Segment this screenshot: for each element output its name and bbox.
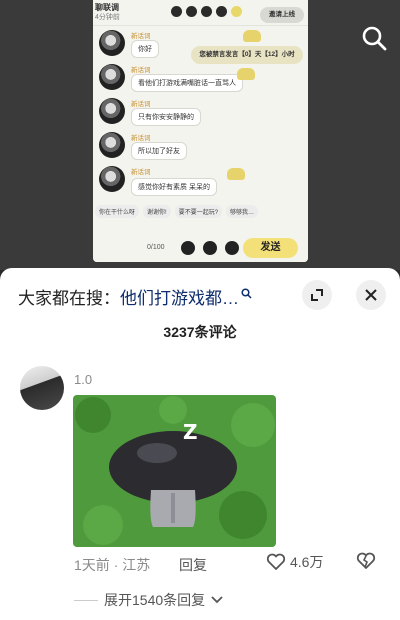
message-bubble: 看他们打游戏满嘴脏话一直骂人 — [131, 74, 243, 92]
close-button[interactable] — [356, 280, 386, 310]
divider — [74, 599, 98, 601]
separator-dot: · — [113, 557, 123, 573]
avatar — [99, 98, 125, 124]
mushroom-sticker: Z — [73, 395, 276, 547]
broken-heart-icon — [356, 552, 376, 569]
search-icon — [241, 287, 252, 299]
comment-meta: 1天前 · 江苏 — [74, 555, 150, 575]
game-icon — [216, 6, 227, 17]
more-icon — [201, 6, 212, 17]
fullscreen-button[interactable] — [302, 280, 332, 310]
chevron-down-icon — [211, 596, 223, 604]
chat-screenshot: 聊联调 4分钟前 邀请上线 您被禁言发言【0】天【12】小时 新话词 你好 新话… — [93, 0, 308, 262]
invite-button: 邀请上线 — [260, 7, 304, 23]
quick-reply: 谢谢你! — [143, 205, 171, 218]
frog-sticker — [237, 68, 255, 80]
message-bubble: 感觉你好有素质 呆呆的 — [131, 178, 217, 196]
close-icon — [365, 289, 377, 301]
search-prefix: 大家都在搜： — [18, 288, 120, 308]
video-player[interactable]: 聊联调 4分钟前 邀请上线 您被禁言发言【0】天【12】小时 新话词 你好 新话… — [0, 0, 400, 270]
voice-icon — [181, 241, 195, 255]
message-bubble: 所以加了好友 — [131, 142, 187, 160]
quick-replies: 你在干什么呀 谢谢你! 要不要一起玩? 够够我… — [95, 205, 259, 218]
search-query-link[interactable]: 他们打游戏都… — [120, 284, 239, 309]
comment-location: 江苏 — [122, 557, 151, 573]
comment-username[interactable]: 1.0 — [74, 372, 92, 387]
chat-header: 聊联调 4分钟前 邀请上线 — [93, 0, 308, 26]
sender-name: 新话词 — [131, 33, 151, 40]
avatar[interactable] — [20, 366, 64, 410]
trending-search[interactable]: 大家都在搜： 他们打游戏都… — [18, 284, 252, 308]
char-counter: 0/100 — [147, 244, 165, 251]
expand-icon — [311, 289, 323, 301]
sender-name: 新话词 — [131, 101, 151, 108]
sender-name: 新话词 — [131, 67, 151, 74]
quick-reply: 要不要一起玩? — [174, 205, 223, 218]
mute-notice: 您被禁言发言【0】天【12】小时 — [191, 46, 303, 64]
frog-sticker — [243, 30, 261, 42]
emoji-icon — [231, 6, 242, 17]
dislike-button[interactable] — [356, 552, 376, 575]
quick-reply: 够够我… — [226, 205, 259, 218]
comment-sheet: 大家都在搜： 他们打游戏都… 3237条评论 1.0 Z 1天前 · 江苏 回复… — [0, 268, 400, 620]
heart-icon — [266, 553, 286, 570]
avatar — [99, 166, 125, 192]
message-bubble: 你好 — [131, 40, 159, 58]
like-count: 4.6万 — [290, 554, 324, 570]
warning-icon — [171, 6, 182, 17]
like-button[interactable]: 4.6万 — [266, 552, 323, 572]
expand-replies[interactable]: 展开1540条回复 — [74, 590, 223, 610]
user-icon — [186, 6, 197, 17]
quick-reply: 你在干什么呀 — [95, 205, 140, 218]
expand-replies-label: 展开1540条回复 — [104, 592, 206, 608]
avatar — [99, 132, 125, 158]
comment-image[interactable]: Z — [73, 395, 276, 547]
message-bubble: 只有你安安静静的 — [131, 108, 201, 126]
search-icon[interactable] — [360, 24, 388, 52]
chat-time: 4分钟前 — [95, 14, 120, 21]
chat-input-bar: 0/100 发送 — [93, 235, 308, 262]
reply-button[interactable]: 回复 — [179, 555, 207, 575]
frog-sticker — [227, 168, 245, 180]
avatar — [99, 64, 125, 90]
sender-name: 新话词 — [131, 135, 151, 142]
svg-text:Z: Z — [183, 420, 198, 444]
chat-header-icons — [171, 6, 242, 17]
avatar — [99, 30, 125, 56]
send-button: 发送 — [243, 238, 298, 258]
emoji-icon — [203, 241, 217, 255]
plus-icon — [225, 241, 239, 255]
sender-name: 新话词 — [131, 169, 151, 176]
comment-time: 1天前 — [74, 557, 110, 573]
comment-count: 3237条评论 — [163, 324, 237, 340]
